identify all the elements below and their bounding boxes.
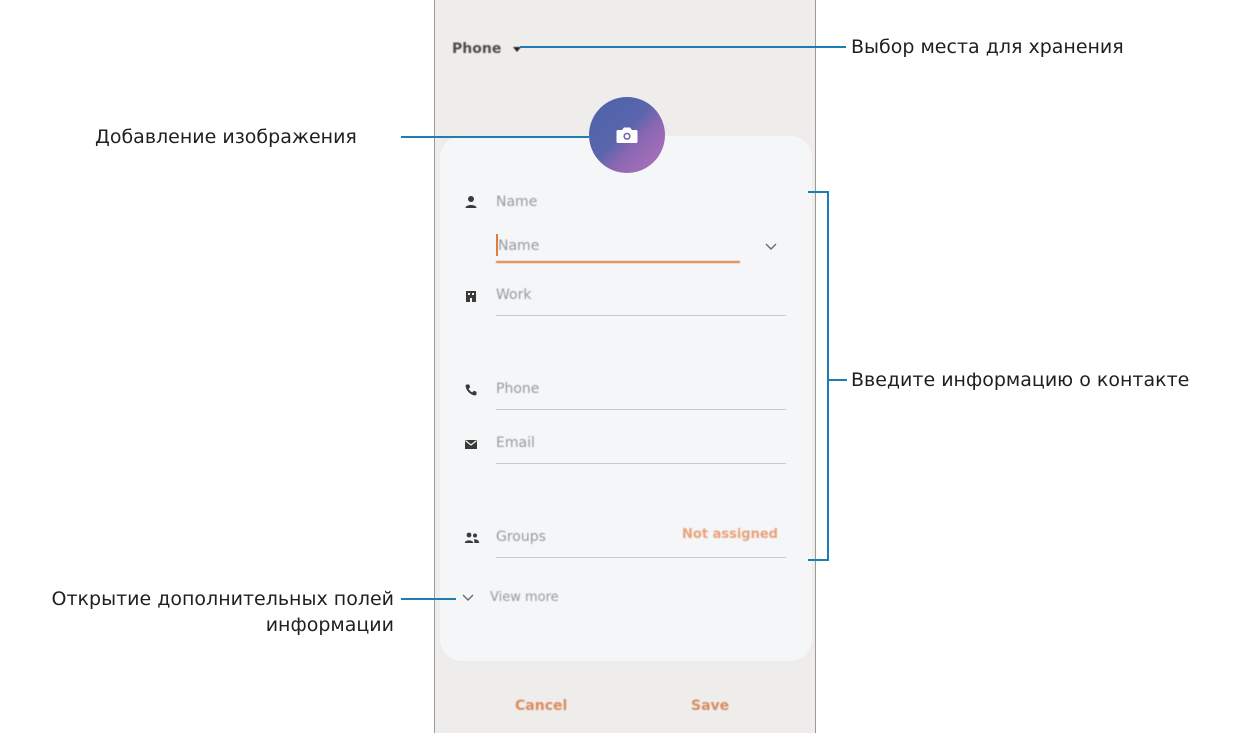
groups-field-label[interactable]: Groups [496,529,546,545]
callout-bracket-top [808,191,829,193]
contact-form-card: Name Work Phone Email Groups Not assigne… [440,136,812,661]
name-input[interactable] [496,231,740,263]
view-more-button[interactable]: View more [460,588,559,607]
phone-field-label[interactable]: Phone [496,381,539,397]
work-field-underline [496,315,786,316]
callout-bracket-bottom [808,559,829,561]
work-field-label[interactable]: Work [496,287,531,303]
callout-more-fields-line1: Открытие дополнительных полей [51,588,394,610]
email-icon [464,436,478,450]
callout-contact-info: Введите информацию о контакте [851,369,1190,391]
cancel-button[interactable]: Cancel [515,698,567,714]
callout-line-image [401,136,589,138]
chevron-down-icon[interactable] [762,238,780,252]
add-image-button[interactable] [589,97,665,173]
groups-icon [464,530,480,544]
callout-bracket-vertical [827,191,829,561]
email-field-label[interactable]: Email [496,435,535,451]
view-more-label: View more [490,590,559,605]
person-icon [464,194,478,208]
callout-line-contact [829,379,847,381]
callout-more-fields-line2: информации [265,614,394,636]
groups-value[interactable]: Not assigned [682,527,778,542]
name-field-label: Name [496,194,538,210]
camera-icon [616,126,638,144]
callout-image: Добавление изображения [95,126,357,148]
groups-field-underline [496,557,786,558]
storage-selector-label: Phone [452,41,502,57]
phone-field-underline [496,409,786,410]
callout-storage: Выбор места для хранения [851,36,1124,58]
callout-more-fields: Открытие дополнительных полей информации [9,586,394,638]
phone-icon [464,382,478,396]
chevron-down-icon [460,588,476,607]
email-field-underline [496,463,786,464]
storage-selector[interactable]: Phone [452,38,522,60]
callout-line-more [401,598,456,600]
building-icon [464,288,478,302]
save-button[interactable]: Save [691,698,729,714]
callout-line-storage [520,46,846,48]
text-cursor [496,234,498,256]
